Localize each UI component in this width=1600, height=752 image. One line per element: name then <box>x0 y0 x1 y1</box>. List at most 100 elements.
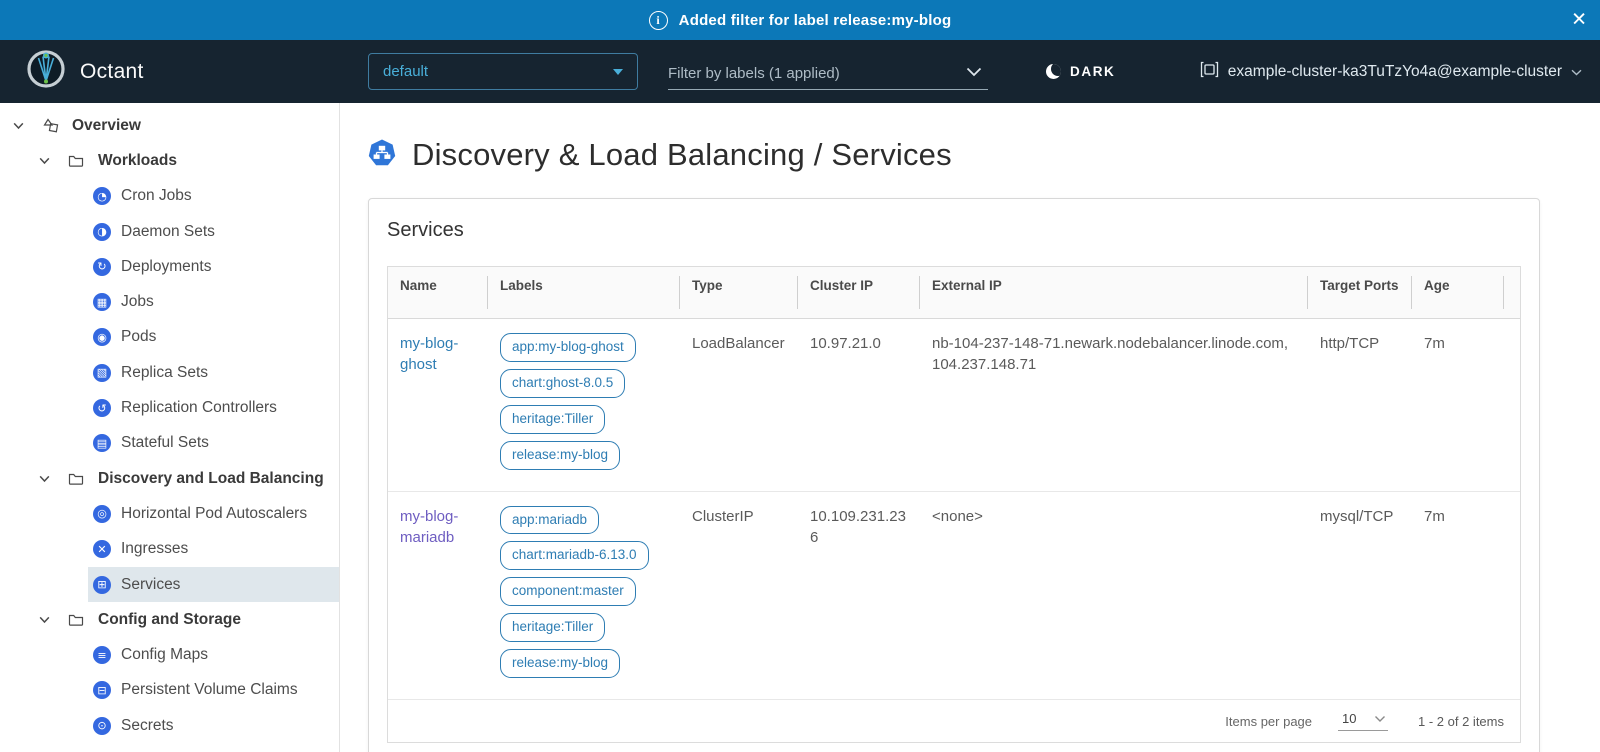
service-link[interactable]: my-blog-mariadb <box>400 508 458 546</box>
items-per-page-select[interactable]: 10 <box>1338 711 1388 731</box>
sidebar-item-secrets[interactable]: ⊙ Secrets <box>88 708 339 743</box>
notification-banner: i Added filter for label release:my-blog… <box>0 0 1600 40</box>
label-badge[interactable]: heritage:Tiller <box>500 613 605 642</box>
cell-labels: app:my-blog-ghost chart:ghost-8.0.5 herita… <box>488 319 680 491</box>
label-badge[interactable]: release:my-blog <box>500 649 620 678</box>
column-header-name: Name <box>388 267 488 318</box>
chevron-down-icon[interactable] <box>38 154 52 167</box>
table-row: my-blog-mariadb app:mariadb chart:mariadb-… <box>388 492 1520 700</box>
cell-cluster-ip: 10.109.231.236 <box>798 492 920 699</box>
sidebar-item-jobs[interactable]: ▦Jobs <box>88 284 339 319</box>
replication-controllers-icon: ↺ <box>93 399 111 417</box>
chevron-down-icon <box>1571 63 1582 81</box>
caret-down-icon <box>613 69 623 75</box>
chevron-down-icon[interactable] <box>38 613 52 626</box>
table-row: my-blog-ghost app:my-blog-ghost chart:ghos… <box>388 319 1520 492</box>
services-table: NameLabelsTypeCluster IPExternal IPTarge… <box>387 266 1521 743</box>
column-header-filler <box>1504 267 1528 318</box>
sidebar-item-label: Services <box>121 576 180 594</box>
context-selector[interactable]: example-cluster-ka3TuTzYo4a@example-clus… <box>1200 40 1582 103</box>
sidebar-item-config-maps[interactable]: ≡Config Maps <box>88 637 339 672</box>
label-badge[interactable]: release:my-blog <box>500 441 620 470</box>
persistent-volume-claims-icon: ⊟ <box>93 681 111 699</box>
label-badge[interactable]: heritage:Tiller <box>500 405 605 434</box>
sidebar-item-label: Stateful Sets <box>121 434 209 452</box>
sidebar-item-label: Persistent Volume Claims <box>121 681 298 699</box>
cell-filler <box>1504 319 1528 491</box>
chevron-down-icon <box>966 64 982 82</box>
label-badge[interactable]: app:my-blog-ghost <box>500 333 636 362</box>
sidebar-item-daemon-sets[interactable]: ◑ Daemon Sets <box>88 214 339 249</box>
cell-type: ClusterIP <box>680 492 798 699</box>
services-card: Services NameLabelsTypeCluster IPExterna… <box>368 198 1540 752</box>
cell-external-ip: nb-104-237-148-71.newark.nodebalancer.li… <box>920 319 1308 491</box>
config-maps-icon: ≡ <box>93 646 111 664</box>
sidebar-item-cron-jobs[interactable]: ◔ Cron Jobs <box>88 179 339 214</box>
info-icon: i <box>649 11 668 30</box>
namespace-selector[interactable]: default <box>368 53 638 90</box>
chevron-down-icon[interactable] <box>38 472 52 485</box>
overview-icon <box>42 118 60 134</box>
sidebar-item-label: Horizontal Pod Autoscalers <box>121 505 307 523</box>
deployments-icon: ↻ <box>93 258 111 276</box>
context-value: example-cluster-ka3TuTzYo4a@example-clus… <box>1228 63 1562 81</box>
sidebar-item-label: Secrets <box>121 717 174 735</box>
cell-type: LoadBalancer <box>680 319 798 491</box>
folder-icon <box>68 613 86 627</box>
table-header: NameLabelsTypeCluster IPExternal IPTarge… <box>388 267 1520 319</box>
sidebar-group-discovery-and-load-balancing[interactable]: Discovery and Load Balancing <box>0 461 339 496</box>
main-content: Discovery & Load Balancing / Services Se… <box>341 103 1600 752</box>
label-badge[interactable]: component:master <box>500 577 636 606</box>
daemon-sets-icon: ◑ <box>93 223 111 241</box>
sidebar-item-label: Daemon Sets <box>121 223 215 241</box>
sidebar-item-ingresses[interactable]: ✕Ingresses <box>88 532 339 567</box>
chevron-down-icon[interactable] <box>12 119 26 132</box>
sidebar-item-services[interactable]: ⊞ Services <box>88 567 339 602</box>
sidebar-item-stateful-sets[interactable]: ▤Stateful Sets <box>88 426 339 461</box>
sidebar-group-workloads[interactable]: Workloads <box>0 143 339 178</box>
sidebar-item-label: Jobs <box>121 293 154 311</box>
services-heptagon-icon <box>368 139 396 172</box>
sidebar-group-overview[interactable]: Overview <box>0 108 339 143</box>
table-body: my-blog-ghost app:my-blog-ghost chart:ghos… <box>388 319 1520 700</box>
replica-sets-icon: ▧ <box>93 364 111 382</box>
sidebar-item-label: Replica Sets <box>121 364 208 382</box>
items-per-page-value: 10 <box>1342 711 1356 726</box>
sidebar-item-replication-controllers[interactable]: ↺ Replication Controllers <box>88 390 339 425</box>
sidebar-item-label: Deployments <box>121 258 211 276</box>
sidebar-item-replica-sets[interactable]: ▧ Replica Sets <box>88 355 339 390</box>
services-icon: ⊞ <box>93 576 111 594</box>
sidebar-item-label: Discovery and Load Balancing <box>98 470 324 488</box>
table-footer: Items per page 10 1 - 2 of 2 items <box>388 700 1520 742</box>
namespace-value: default <box>383 63 428 80</box>
sidebar-item-label: Ingresses <box>121 540 188 558</box>
label-filter-dropdown[interactable]: Filter by labels (1 applied) <box>668 57 988 90</box>
banner-message: Added filter for label release:my-blog <box>679 12 952 29</box>
sidebar-item-deployments[interactable]: ↻ Deployments <box>88 249 339 284</box>
cell-target-ports: http/TCP <box>1308 319 1412 491</box>
label-badge[interactable]: chart:ghost-8.0.5 <box>500 369 625 398</box>
label-badge[interactable]: app:mariadb <box>500 506 599 535</box>
dark-theme-toggle[interactable]: DARK <box>1046 40 1115 103</box>
sidebar-item-persistent-volume-claims[interactable]: ⊟ Persistent Volume Claims <box>88 673 339 708</box>
sidebar-item-label: Replication Controllers <box>121 399 277 417</box>
cell-age: 7m <box>1412 319 1504 491</box>
sidebar-item-horizontal-pod-autoscalers[interactable]: ◎Horizontal Pod Autoscalers <box>88 496 339 531</box>
sidebar-item-label: Cron Jobs <box>121 187 192 205</box>
column-header-cluster-ip: Cluster IP <box>798 267 920 318</box>
folder-icon <box>68 472 86 486</box>
page-title: Discovery & Load Balancing / Services <box>412 137 952 173</box>
cron-jobs-icon: ◔ <box>93 187 111 205</box>
label-badge[interactable]: chart:mariadb-6.13.0 <box>500 541 649 570</box>
cluster-icon <box>1200 61 1219 83</box>
folder-icon <box>68 154 86 168</box>
sidebar-group-config-and-storage[interactable]: Config and Storage <box>0 602 339 637</box>
brand[interactable]: Octant <box>26 40 144 103</box>
theme-label: DARK <box>1070 64 1115 79</box>
secrets-icon: ⊙ <box>93 717 111 735</box>
service-link[interactable]: my-blog-ghost <box>400 335 458 373</box>
close-icon[interactable]: ✕ <box>1571 11 1587 30</box>
column-header-type: Type <box>680 267 798 318</box>
sidebar-item-pods[interactable]: ◉Pods <box>88 320 339 355</box>
card-title: Services <box>387 217 1521 242</box>
